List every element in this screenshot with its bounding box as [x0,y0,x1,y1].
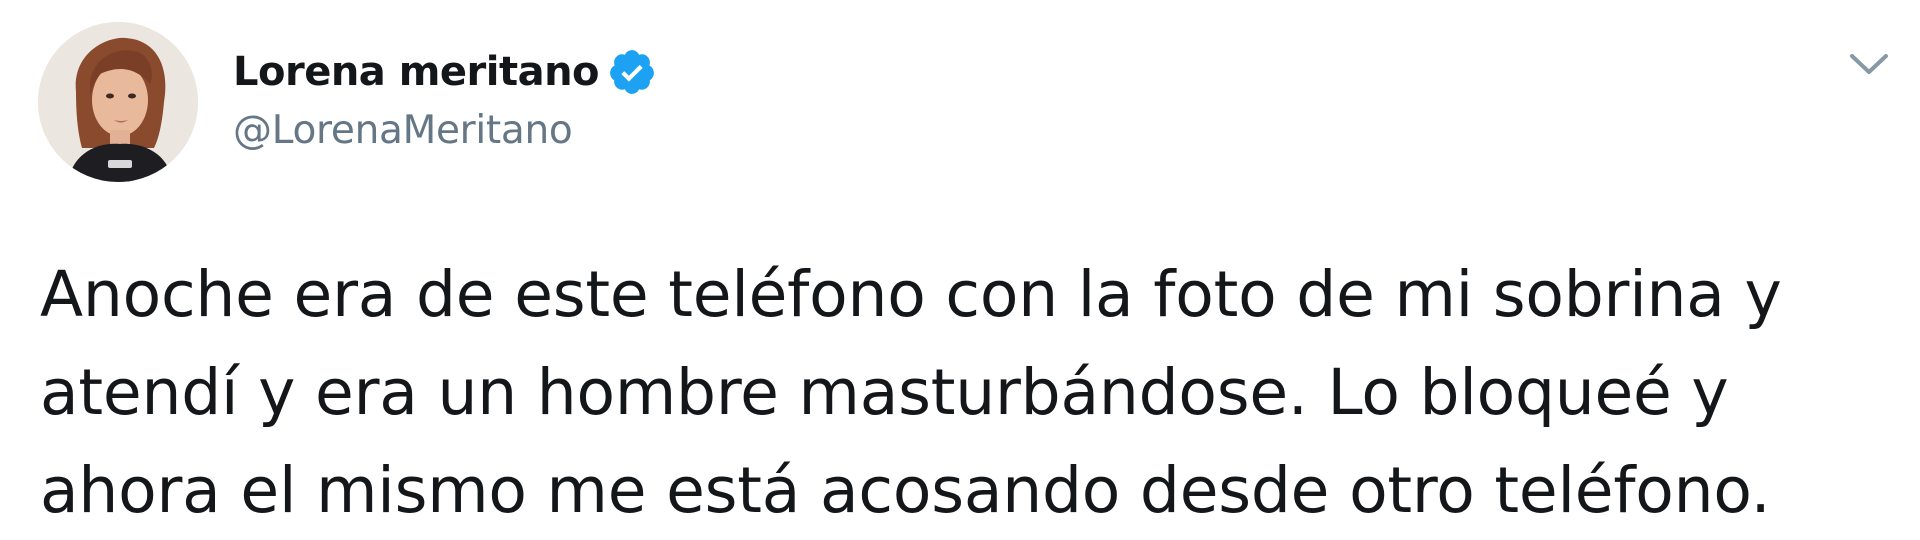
user-handle[interactable]: @LorenaMeritano [233,108,573,153]
author-name-row[interactable]: Lorena meritano [233,46,657,98]
tweet-text-line: Anoche era de este teléfono con la foto … [40,258,1782,331]
tweet-text-line: atendí y era un hombre masturbándose. Lo… [40,356,1729,429]
tweet-text-line: ahora el mismo me está acosando desde ot… [40,454,1771,527]
verified-badge-icon [607,47,657,97]
tweet-card: Lorena meritano @LorenaMeritano Anoche e… [0,0,1920,537]
tweet-text: Anoche era de este teléfono con la foto … [40,246,1900,540]
avatar-image [38,22,198,182]
display-name[interactable]: Lorena meritano [233,49,600,95]
chevron-down-icon[interactable] [1846,44,1892,84]
avatar[interactable] [38,22,198,182]
